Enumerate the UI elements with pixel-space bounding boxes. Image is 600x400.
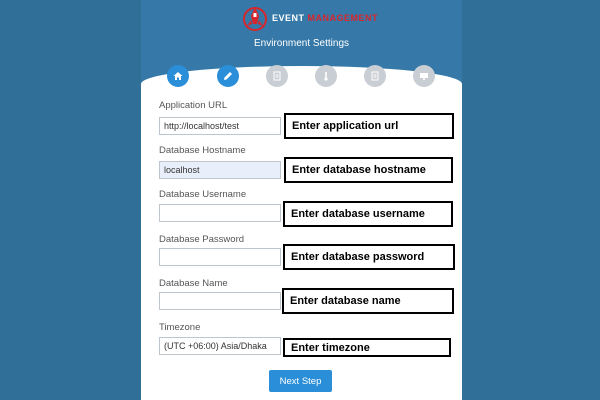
logo-text-management: MANAGEMENT (307, 13, 379, 23)
db-pass-label: Database Password (159, 234, 245, 245)
thermometer-icon (324, 72, 328, 81)
db-user-label: Database Username (159, 189, 247, 200)
db-host-input[interactable] (159, 161, 281, 179)
logo-text: EVENT MANAGEMENT (272, 13, 378, 23)
home-icon (173, 72, 183, 80)
hint-db-user: Enter database username (283, 201, 453, 227)
page-subtitle: Environment Settings (253, 38, 350, 49)
step-document-2[interactable] (364, 65, 386, 87)
next-step-button[interactable]: Next Step (269, 370, 332, 392)
timezone-label: Timezone (159, 322, 201, 333)
monitor-icon (420, 73, 428, 80)
db-pass-input[interactable] (159, 248, 281, 266)
step-edit[interactable] (217, 65, 239, 87)
step-home[interactable] (167, 65, 189, 87)
rocket-logo-icon (240, 4, 270, 32)
step-indicator (141, 65, 462, 89)
app-url-label: Application URL (159, 100, 228, 111)
hint-db-name: Enter database name (282, 288, 454, 314)
document-icon (371, 71, 379, 81)
step-document-1[interactable] (266, 65, 288, 87)
hint-db-host: Enter database hostname (284, 157, 453, 183)
hint-timezone: Enter timezone (283, 338, 451, 357)
timezone-select[interactable] (159, 337, 281, 355)
step-thermometer[interactable] (315, 65, 337, 87)
app-url-input[interactable] (159, 117, 281, 135)
pencil-icon (224, 72, 232, 80)
db-host-label: Database Hostname (159, 145, 246, 156)
hint-db-pass: Enter database password (283, 244, 455, 270)
hint-app-url: Enter application url (284, 113, 454, 139)
db-name-label: Database Name (159, 278, 228, 289)
step-monitor[interactable] (413, 65, 435, 87)
db-name-input[interactable] (159, 292, 281, 310)
document-icon (273, 71, 281, 81)
logo-text-event: EVENT (272, 13, 305, 23)
db-user-input[interactable] (159, 204, 281, 222)
logo: EVENT MANAGEMENT (240, 4, 378, 32)
